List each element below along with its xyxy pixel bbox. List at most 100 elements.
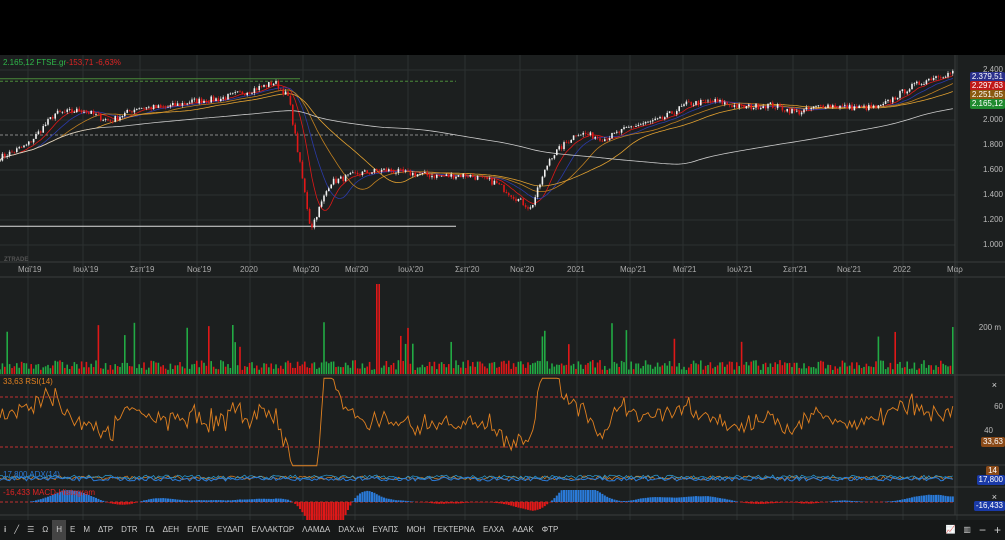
volume-bar	[462, 361, 464, 374]
macd-histogram-bar	[140, 501, 143, 502]
candle-body	[882, 103, 884, 106]
volume-bar	[656, 362, 659, 374]
toolbar-symbol-button[interactable]: Μ	[79, 520, 94, 540]
zoom-out-button[interactable]: −	[975, 520, 990, 540]
line-chart-icon[interactable]: 📈	[941, 520, 959, 540]
time-axis-label: Σεπ'19	[130, 265, 155, 274]
macd-histogram-bar	[222, 500, 225, 502]
volume-bar	[200, 360, 203, 374]
candle-body	[594, 137, 596, 139]
candle-body	[752, 107, 755, 110]
volume-bar	[558, 364, 560, 374]
candle-body	[668, 111, 671, 113]
macd-histogram-bar	[551, 500, 553, 502]
toolbar-symbol-button[interactable]: ΕΛΧΑ	[479, 520, 508, 540]
candle-body	[894, 97, 896, 100]
macd-histogram-bar	[512, 502, 515, 507]
candle-body	[457, 175, 460, 177]
zoom-in-button[interactable]: +	[990, 520, 1005, 540]
volume-bar	[457, 365, 460, 374]
toolbar-symbol-button[interactable]: ΔΤΡ	[94, 520, 117, 540]
toolbar-symbol-button[interactable]: ΜΟΗ	[403, 520, 430, 540]
macd-histogram-bar	[769, 502, 772, 504]
volume-bar	[236, 365, 239, 374]
toolbar-symbol-button[interactable]: DTR	[117, 520, 141, 540]
toolbar-symbol-button[interactable]: Η	[52, 520, 66, 540]
toolbar-symbol-button[interactable]: ΦΤΡ	[538, 520, 563, 540]
volume-bar	[424, 367, 426, 374]
macd-histogram-bar	[858, 501, 861, 502]
volume-bar	[80, 361, 83, 374]
time-axis-label: Νοε'20	[510, 265, 535, 274]
bar-chart-icon[interactable]: ▥	[959, 520, 975, 540]
volume-bar	[606, 369, 608, 374]
info-icon[interactable]: i	[0, 520, 10, 540]
volume-bar	[390, 365, 392, 374]
toolbar-symbol-button[interactable]: ΕΛΛΑΚΤΩΡ	[247, 520, 298, 540]
volume-bar	[368, 361, 371, 374]
macd-histogram-bar	[776, 502, 779, 503]
macd-histogram-bar	[656, 497, 659, 502]
candle-body	[865, 105, 868, 110]
volume-bar	[786, 363, 788, 374]
candle-body	[887, 99, 889, 102]
candle-body	[208, 102, 210, 103]
chart-canvas[interactable]	[0, 55, 1005, 520]
toolbar-symbol-button[interactable]: Ε	[66, 520, 79, 540]
candle-body	[328, 188, 330, 192]
volume-bar	[700, 360, 702, 374]
draw-line-icon[interactable]: ╱	[10, 520, 23, 540]
macd-histogram-bar	[630, 500, 633, 502]
candle-body	[152, 104, 155, 110]
macd-histogram-bar	[253, 499, 256, 502]
volume-bar	[184, 368, 186, 374]
candle-body	[131, 111, 133, 113]
volume-bar	[385, 361, 388, 374]
symbol: FTSE.gr	[36, 58, 67, 67]
volume-bar	[301, 364, 304, 374]
candle-body	[839, 105, 841, 108]
macd-histogram-bar	[227, 500, 229, 502]
chart-area[interactable]: 2.165,12 FTSE.gr-153,71 -6,63% ZTRADE 20…	[0, 55, 1005, 520]
macd-histogram-bar	[625, 501, 628, 502]
toolbar-symbol-button[interactable]: ΕΥΑΠΣ	[368, 520, 402, 540]
toolbar-symbol-button[interactable]: ΛΑΜΔΑ	[298, 520, 334, 540]
candle-body	[90, 110, 92, 114]
toolbar-symbol-button[interactable]: Ω	[38, 520, 52, 540]
candle-body	[920, 84, 923, 86]
candle-body	[534, 197, 536, 205]
volume-bar	[572, 363, 575, 374]
candle-body	[344, 175, 347, 182]
toolbar-symbol-button[interactable]: ΕΛΠΕ	[183, 520, 213, 540]
candle-body	[330, 184, 332, 189]
toolbar-symbol-button[interactable]: ΓΕΚΤΕΡΝΑ	[429, 520, 479, 540]
price-axis-label: 1.600	[982, 165, 1003, 174]
candle-body	[114, 116, 116, 122]
candle-body	[428, 175, 431, 178]
volume-bar	[253, 368, 256, 374]
macd-histogram-bar	[275, 498, 277, 502]
macd-histogram-bar	[102, 500, 105, 502]
candle-body	[736, 105, 738, 108]
macd-histogram-bar	[423, 502, 426, 503]
menu-lines-icon[interactable]: ☰	[23, 520, 38, 540]
volume-bar	[848, 365, 851, 374]
candle-body	[733, 105, 736, 108]
toolbar-symbol-button[interactable]: DAX.wi	[334, 520, 368, 540]
candle-body	[757, 103, 760, 110]
toolbar-symbol-button[interactable]: ΔΕΗ	[159, 520, 183, 540]
macd-histogram-bar	[500, 502, 503, 504]
volume-bar	[500, 361, 503, 374]
toolbar-symbol-button[interactable]: ΓΔ	[142, 520, 159, 540]
candle-body	[527, 207, 529, 209]
macd-histogram-bar	[659, 497, 661, 502]
candle-body	[601, 140, 604, 142]
candle-body	[167, 106, 169, 108]
macd-histogram-bar	[207, 500, 210, 502]
toolbar-symbol-button[interactable]: ΑΔΑΚ	[508, 520, 537, 540]
macd-histogram-bar	[800, 502, 803, 504]
candle-body	[666, 112, 668, 118]
macd-histogram-bar	[361, 492, 364, 502]
rsi-close-icon[interactable]: ×	[992, 380, 997, 390]
toolbar-symbol-button[interactable]: ΕΥΔΑΠ	[213, 520, 248, 540]
